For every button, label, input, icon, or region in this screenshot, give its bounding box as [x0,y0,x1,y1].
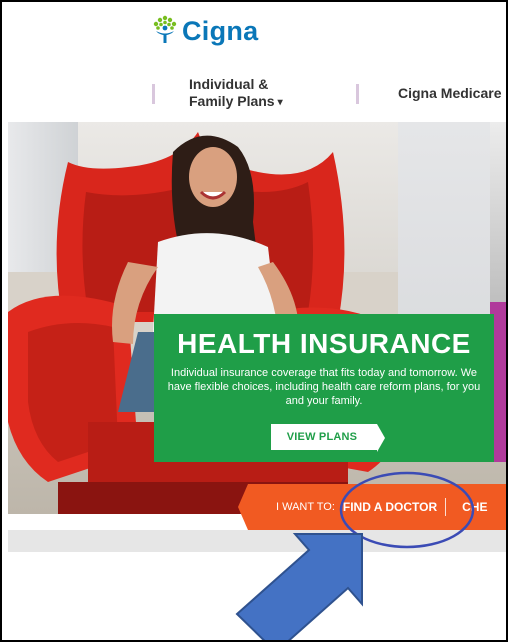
caret-down-icon: ▾ [277,97,283,108]
nav-item-label-line1: Individual & [189,76,269,92]
card-title: HEALTH INSURANCE [177,328,471,359]
nav-item-label: Cigna Medicare [398,85,502,101]
logo-text: Cigna [182,16,259,46]
hero-banner: HEALTH INSURANCE Individual insurance co… [8,122,506,514]
tree-person-icon [152,14,178,49]
health-insurance-card: HEALTH INSURANCE Individual insurance co… [154,314,494,462]
cigna-logo[interactable]: Cigna [152,14,259,49]
card-body: Individual insurance coverage that fits … [167,367,481,407]
next-slide-image [490,122,506,302]
content-strip [8,530,506,552]
nav-item-individual-family-plans[interactable]: Individual & Family Plans ▾ [189,76,283,111]
main-nav: Individual & Family Plans ▾ Cigna Medicar… [2,76,506,116]
nav-divider [356,84,359,104]
find-a-doctor-link[interactable]: FIND A DOCTOR [343,500,437,514]
nav-divider [152,84,155,104]
check-link[interactable]: CHE [462,500,487,514]
screenshot-frame: Cigna Individual & Family Plans ▾ Cigna M… [0,0,508,642]
nav-item-cigna-medicare[interactable]: Cigna Medicare [398,85,501,102]
i-want-to-label: I WANT TO: [276,501,335,513]
nav-item-label-line2: Family Plans [189,93,275,109]
link-divider [445,498,447,516]
i-want-to-bar: I WANT TO: FIND A DOCTOR CHE [238,484,506,530]
view-plans-button[interactable]: VIEW PLANS [270,424,386,452]
